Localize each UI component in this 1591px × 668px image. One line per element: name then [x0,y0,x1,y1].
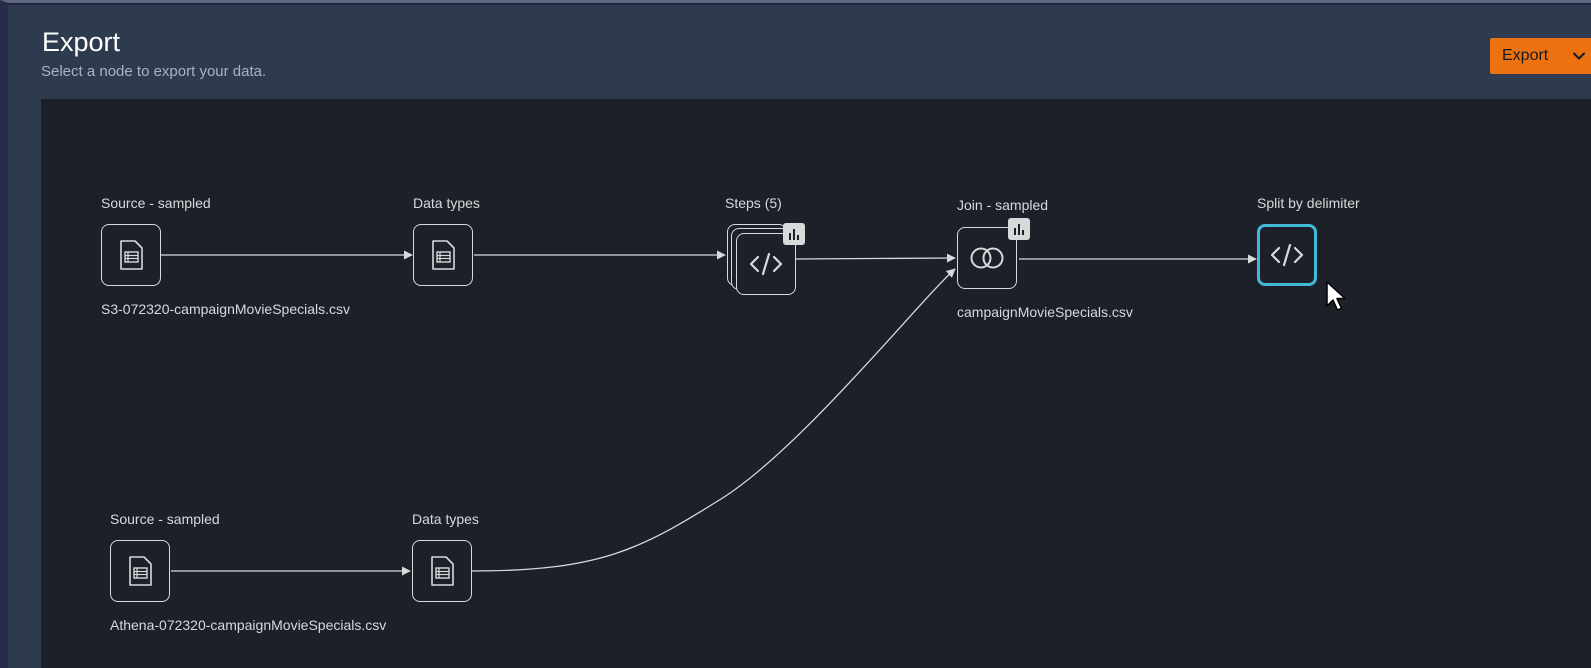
node-caption-source-2: Athena-072320-campaignMovieSpecials.csv [110,617,387,633]
node-source-2[interactable] [110,540,170,602]
bar-chart-icon[interactable] [1008,218,1030,240]
flow-edges [161,250,1257,576]
node-caption-source-1: S3-072320-campaignMovieSpecials.csv [101,301,351,317]
table-document-icon [120,240,143,270]
export-dropdown-button[interactable]: Export [1490,38,1591,74]
join-circles-icon [970,247,1004,269]
node-caption-join: campaignMovieSpecials.csv [957,304,1133,320]
node-label-datatypes-1: Data types [413,195,480,211]
node-label-source-2: Source - sampled [110,511,220,527]
export-button-label: Export [1502,47,1549,64]
node-datatypes-1[interactable] [413,224,473,286]
flow-canvas[interactable]: Source - sampled S3-072320-campaignMovie… [41,99,1591,668]
mouse-pointer-icon [1326,281,1346,311]
bar-chart-icon[interactable] [783,223,805,245]
edge-steps-join [795,253,956,263]
node-label-datatypes-2: Data types [412,511,479,527]
chevron-down-icon [1573,52,1585,60]
table-document-icon [432,240,455,270]
node-label-split: Split by delimiter [1257,195,1360,211]
table-document-icon [431,556,454,586]
code-icon [749,252,783,276]
table-document-icon [129,556,152,586]
node-datatypes-2[interactable] [412,540,472,602]
node-label-steps: Steps (5) [725,195,782,211]
node-source-1[interactable] [101,224,161,286]
page-subtitle: Select a node to export your data. [41,63,267,80]
node-label-source-1: Source - sampled [101,195,211,211]
node-label-join: Join - sampled [957,197,1049,213]
node-split-by-delimiter[interactable] [1257,224,1317,286]
page-title: Export [42,27,121,57]
code-icon [1270,243,1304,267]
edge-datatypes2-join [471,268,956,572]
